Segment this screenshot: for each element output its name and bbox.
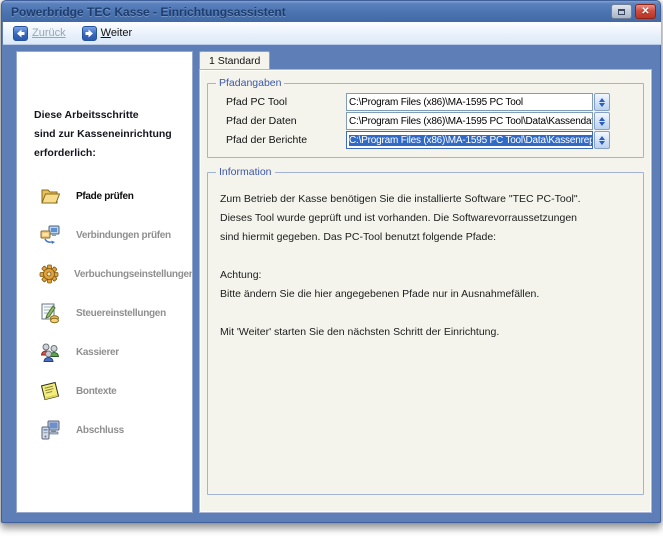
close-icon: ✕ [641,7,649,17]
back-button[interactable]: Zurück [13,26,66,41]
titlebar: Powerbridge TEC Kasse - Einrichtungsassi… [2,1,660,22]
spin-up-icon [599,98,605,102]
back-button-label: Zurück [32,27,66,39]
sidebar-heading-line: erforderlich: [34,144,186,163]
note-icon [39,380,61,402]
field-row-daten: Pfad der Daten C:\Program Files (x86)\MA… [226,112,637,130]
info-group-title: Information [216,166,275,178]
info-text: Zum Betrieb der Kasse benötigen Sie die … [214,182,637,342]
spin-up-icon [599,117,605,121]
daten-path-input[interactable]: C:\Program Files (x86)\MA-1595 PC Tool\D… [346,112,593,130]
daten-path-spinfield: C:\Program Files (x86)\MA-1595 PC Tool\D… [346,112,610,130]
wizard-toolbar: Zurück Weiter [3,22,661,45]
info-line: Zum Betrieb der Kasse benötigen Sie die … [220,190,631,209]
pc-tool-path-spinner[interactable] [594,93,610,111]
step-label: Steuereinstellungen [76,308,166,319]
content-area: Diese Arbeitsschritte sind zur Kassenein… [3,45,661,523]
titlebar-buttons: ✕ [611,4,656,19]
next-arrow-icon [82,26,97,41]
main-area: 1 Standard Pfadangaben Pfad PC Tool C:\P… [199,51,652,513]
sidebar-heading: Diese Arbeitsschritte sind zur Kassenein… [17,52,192,163]
step-label: Kassierer [76,347,119,358]
screen: Powerbridge TEC Kasse - Einrichtungsassi… [0,0,663,536]
back-arrow-icon [13,26,28,41]
path-group: Pfadangaben Pfad PC Tool C:\Program File… [207,77,644,158]
berichte-path-input[interactable]: C:\Program Files (x86)\MA-1595 PC Tool\D… [346,131,593,149]
standard-tab-panel: Pfadangaben Pfad PC Tool C:\Program File… [199,69,652,513]
tax-document-icon [39,302,61,324]
gear-icon [39,263,59,285]
berichte-path-spinner[interactable] [594,131,610,149]
pc-tool-path-label: Pfad PC Tool [226,96,346,108]
berichte-path-label: Pfad der Berichte [226,134,346,146]
spin-down-icon [599,122,605,126]
step-verbuchungseinstellungen: Verbuchungseinstellungen [39,262,192,286]
step-kassierer: Kassierer [39,340,192,364]
pc-tool-path-spinfield: C:\Program Files (x86)\MA-1595 PC Tool [346,93,610,111]
berichte-path-value: C:\Program Files (x86)\MA-1595 PC Tool\D… [349,135,593,146]
step-label: Bontexte [76,386,116,397]
restore-icon [618,9,625,15]
step-verbindungen-pruefen: Verbindungen prüfen [39,223,192,247]
folder-icon [39,185,61,207]
sidebar-heading-line: Diese Arbeitsschritte [34,106,186,125]
step-label: Pfade prüfen [76,191,134,202]
step-label: Abschluss [76,425,124,436]
next-button-label: Weiter [101,27,133,39]
step-steuereinstellungen: Steuereinstellungen [39,301,192,325]
connection-icon [39,224,61,246]
wizard-window: Powerbridge TEC Kasse - Einrichtungsassi… [1,0,661,523]
path-group-title: Pfadangaben [216,77,284,89]
field-row-berichte: Pfad der Berichte C:\Program Files (x86)… [226,131,637,149]
step-bontexte: Bontexte [39,379,192,403]
spin-down-icon [599,141,605,145]
info-line [220,247,631,266]
users-icon [39,341,61,363]
next-button[interactable]: Weiter [82,26,133,41]
close-button[interactable]: ✕ [635,4,656,19]
daten-path-value: C:\Program Files (x86)\MA-1595 PC Tool\D… [349,116,593,127]
pc-tool-path-value: C:\Program Files (x86)\MA-1595 PC Tool [349,97,523,108]
field-row-pc-tool: Pfad PC Tool C:\Program Files (x86)\MA-1… [226,93,637,111]
tabstrip: 1 Standard [199,51,652,69]
step-pfade-pruefen: Pfade prüfen [39,184,192,208]
daten-path-label: Pfad der Daten [226,115,346,127]
info-line: Achtung: [220,266,631,285]
info-line: Bitte ändern Sie die hier angegebenen Pf… [220,285,631,304]
info-line: Dieses Tool wurde geprüft und ist vorhan… [220,209,631,228]
sidebar-steps-panel: Diese Arbeitsschritte sind zur Kassenein… [16,51,193,513]
tab-standard[interactable]: 1 Standard [199,51,270,69]
computer-icon [39,419,61,441]
step-label: Verbindungen prüfen [76,230,171,241]
sidebar-heading-line: sind zur Kasseneinrichtung [34,125,186,144]
window-title: Powerbridge TEC Kasse - Einrichtungsassi… [11,5,611,19]
pc-tool-path-input[interactable]: C:\Program Files (x86)\MA-1595 PC Tool [346,93,593,111]
restore-button[interactable] [611,4,632,19]
info-line: sind hiermit gegeben. Das PC-Tool benutz… [220,228,631,247]
step-list: Pfade prüfen [17,184,192,442]
step-abschluss: Abschluss [39,418,192,442]
berichte-path-spinfield: C:\Program Files (x86)\MA-1595 PC Tool\D… [346,131,610,149]
info-line: Mit 'Weiter' starten Sie den nächsten Sc… [220,323,631,342]
info-group: Information Zum Betrieb der Kasse benöti… [207,166,644,495]
info-line [220,304,631,323]
spin-down-icon [599,103,605,107]
daten-path-spinner[interactable] [594,112,610,130]
step-label: Verbuchungseinstellungen [74,269,193,280]
spin-up-icon [599,136,605,140]
